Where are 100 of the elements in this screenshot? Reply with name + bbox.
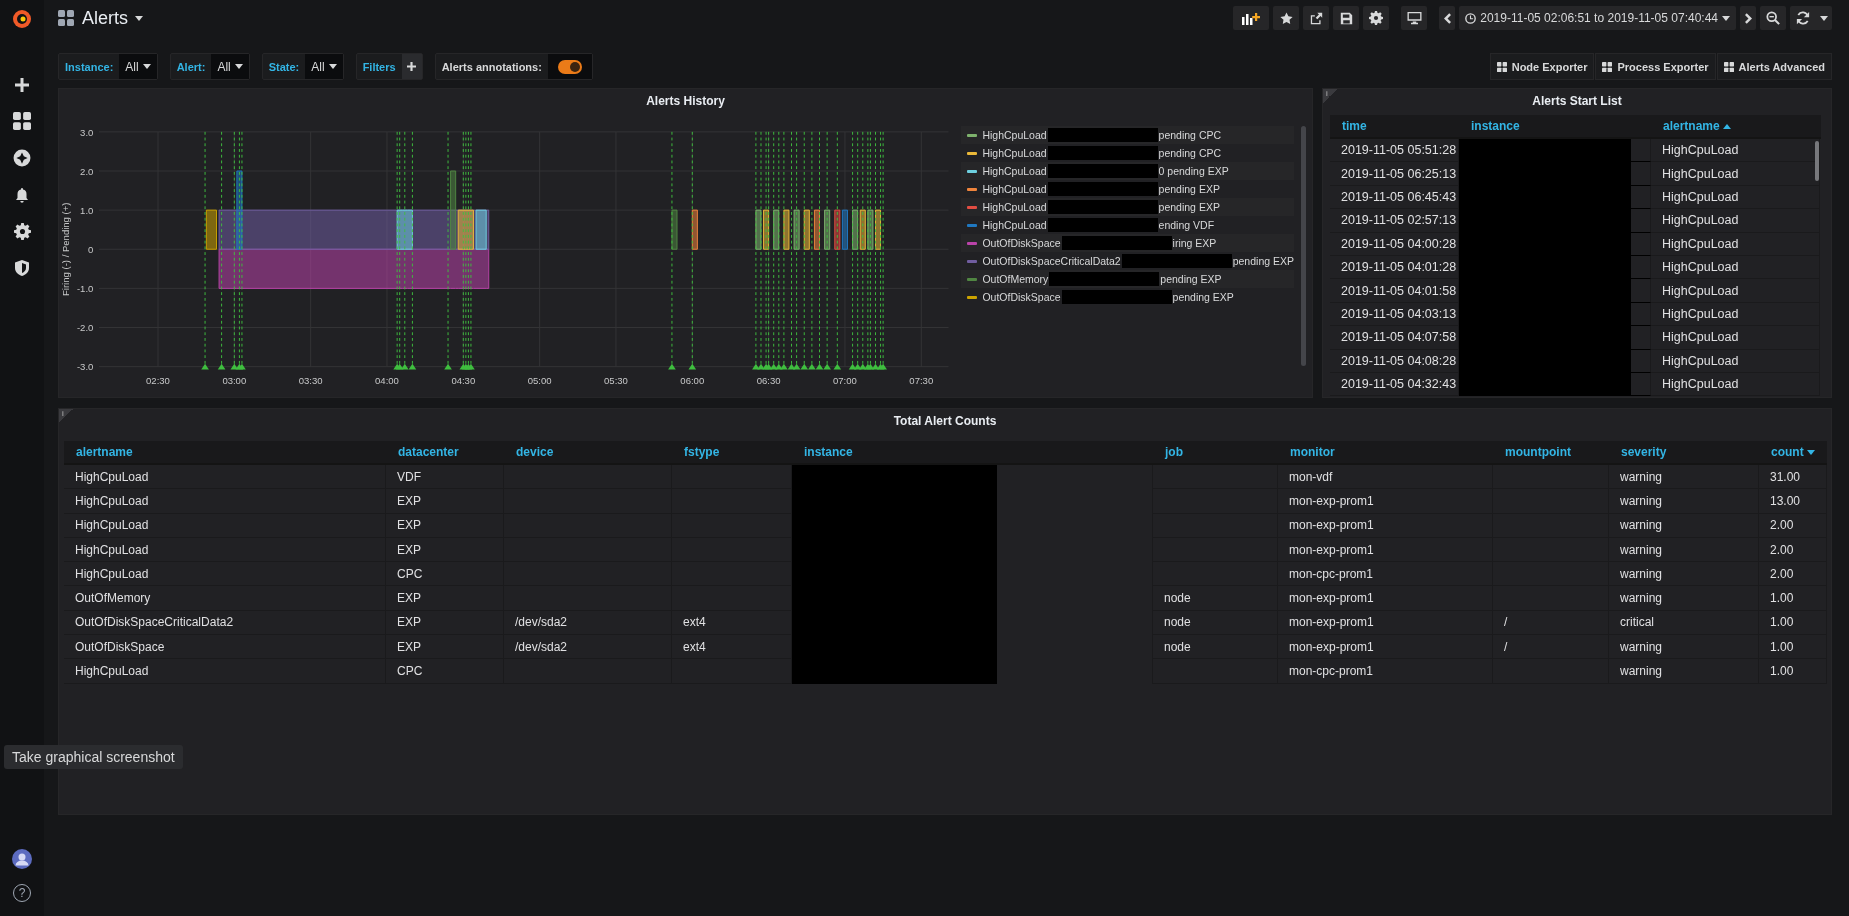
annotation-marker[interactable] [444,131,452,370]
annotation-marker[interactable] [467,131,475,370]
annotation-marker[interactable] [815,131,824,370]
zoom-out-button[interactable] [1760,6,1786,30]
annotation-marker[interactable] [752,131,760,370]
legend-item[interactable]: HighCpuLoad pending EXP [961,180,1294,198]
add-filter-button[interactable] [401,54,422,79]
scrollbar[interactable] [1301,126,1306,366]
compass-icon[interactable] [13,149,31,167]
annotation-marker[interactable] [833,131,842,370]
settings-icon [1369,11,1384,25]
annotation-marker[interactable] [408,131,417,370]
legend-item[interactable]: HighCpuLoad ending VDF [961,216,1294,234]
annotation-marker[interactable] [762,131,770,370]
column-header[interactable]: fstype [672,441,792,463]
panel-title[interactable]: Alerts History [646,94,725,108]
legend-item[interactable]: OutOfMemory pending EXP [961,270,1294,288]
legend-item[interactable]: OutOfDiskSpaceCriticalData2 pending EXP [961,252,1294,270]
annotation-marker[interactable] [764,131,773,370]
annotation-marker[interactable] [848,131,857,370]
settings-button[interactable] [1363,6,1390,30]
column-header[interactable]: instance [1459,115,1651,137]
info-corner[interactable]: i [59,409,73,423]
legend-item[interactable]: HighCpuLoad 0 pending EXP [961,162,1294,180]
annotation-marker[interactable] [787,131,796,370]
dashboard-title[interactable]: Alerts [82,7,143,29]
time-range-picker[interactable]: 2019-11-05 02:06:51 to 2019-11-05 07:40:44 [1459,6,1736,30]
tv-mode-button[interactable] [1401,6,1428,30]
column-header[interactable]: device [504,441,672,463]
annotation-marker[interactable] [823,131,831,370]
legend-item[interactable]: OutOfDiskSpace pending EXP [961,288,1294,306]
dashboards-icon[interactable] [13,112,31,130]
bell-icon[interactable] [14,186,30,204]
annotation-marker[interactable] [757,131,765,370]
plus-icon[interactable] [14,77,30,93]
logo-icon[interactable] [10,7,34,31]
annotation-marker[interactable] [775,131,783,370]
annotation-marker[interactable] [230,131,239,370]
annotation-marker[interactable] [668,131,676,370]
variable-dropdown[interactable]: All [119,54,157,79]
annotation-marker[interactable] [871,131,880,370]
annotation-marker[interactable] [808,131,816,370]
dashboard-link[interactable]: Process Exporter [1595,53,1716,80]
scrollbar[interactable] [1815,141,1819,181]
share-button[interactable] [1303,6,1330,30]
annotation-marker[interactable] [462,131,470,370]
time-back-button[interactable] [1439,6,1456,30]
annotation-marker[interactable] [876,131,885,370]
legend-item[interactable]: HighCpuLoad pending CPC [961,144,1294,162]
column-header[interactable]: monitor [1278,441,1493,463]
annotation-marker[interactable] [792,131,801,370]
annotation-marker[interactable] [866,131,875,370]
annotation-marker[interactable] [238,131,246,370]
y-tick-label: 2.0 [80,165,94,177]
annotation-marker[interactable] [201,131,209,370]
table-cell: warning [1609,586,1759,611]
column-header[interactable]: time [1330,115,1459,137]
panel-title[interactable]: Total Alert Counts [893,414,997,428]
legend-item[interactable]: HighCpuLoad pending CPC [961,126,1294,144]
variable-dropdown[interactable]: All [305,54,343,79]
legend-label: HighCpuLoad [982,201,1047,213]
annotation-marker[interactable] [217,131,226,370]
annotation-marker[interactable] [853,131,862,370]
column-header[interactable]: mountpoint [1493,441,1609,463]
shield-icon[interactable] [14,259,30,277]
add-panel-button[interactable] [1233,6,1270,30]
panel-title[interactable]: Alerts Start List [1532,94,1622,108]
annotation-marker[interactable] [879,131,887,370]
toggle-switch[interactable] [557,59,582,74]
info-corner[interactable]: i [1323,89,1337,103]
column-header[interactable]: alertname [1651,115,1820,137]
legend-item[interactable]: OutOfDiskSpace iring EXP [961,234,1294,252]
annotation-marker[interactable] [780,131,788,370]
settings-icon[interactable] [13,223,31,240]
annotation-marker[interactable] [393,131,401,370]
annotation-marker[interactable] [395,131,404,370]
annotation-marker[interactable] [800,131,809,370]
column-header[interactable]: instance [792,441,1153,463]
user-avatar[interactable] [12,849,32,869]
legend-item[interactable]: HighCpuLoad pending EXP [961,198,1294,216]
legend-status: ending VDF [1158,219,1215,231]
column-header[interactable]: count [1759,441,1827,463]
column-header[interactable]: alertname [64,441,386,463]
dashboard-link[interactable]: Alerts Advanced [1716,53,1832,80]
annotation-marker[interactable] [864,131,872,370]
dashboard-link[interactable]: Node Exporter [1489,53,1595,80]
column-header[interactable]: job [1153,441,1278,463]
annotation-marker[interactable] [769,131,778,370]
variable-dropdown[interactable]: All [211,54,249,79]
annotation-marker[interactable] [400,131,409,370]
annotation-marker[interactable] [858,131,867,370]
column-header[interactable]: severity [1609,441,1759,463]
save-button[interactable] [1333,6,1360,30]
star-button[interactable] [1273,6,1300,30]
time-forward-button[interactable] [1740,6,1756,30]
annotation-marker[interactable] [464,131,473,370]
annotation-marker[interactable] [688,131,697,370]
table-cell: HighCpuLoad [1651,349,1820,373]
column-header[interactable]: datacenter [386,441,504,463]
annotation-marker[interactable] [235,131,244,370]
